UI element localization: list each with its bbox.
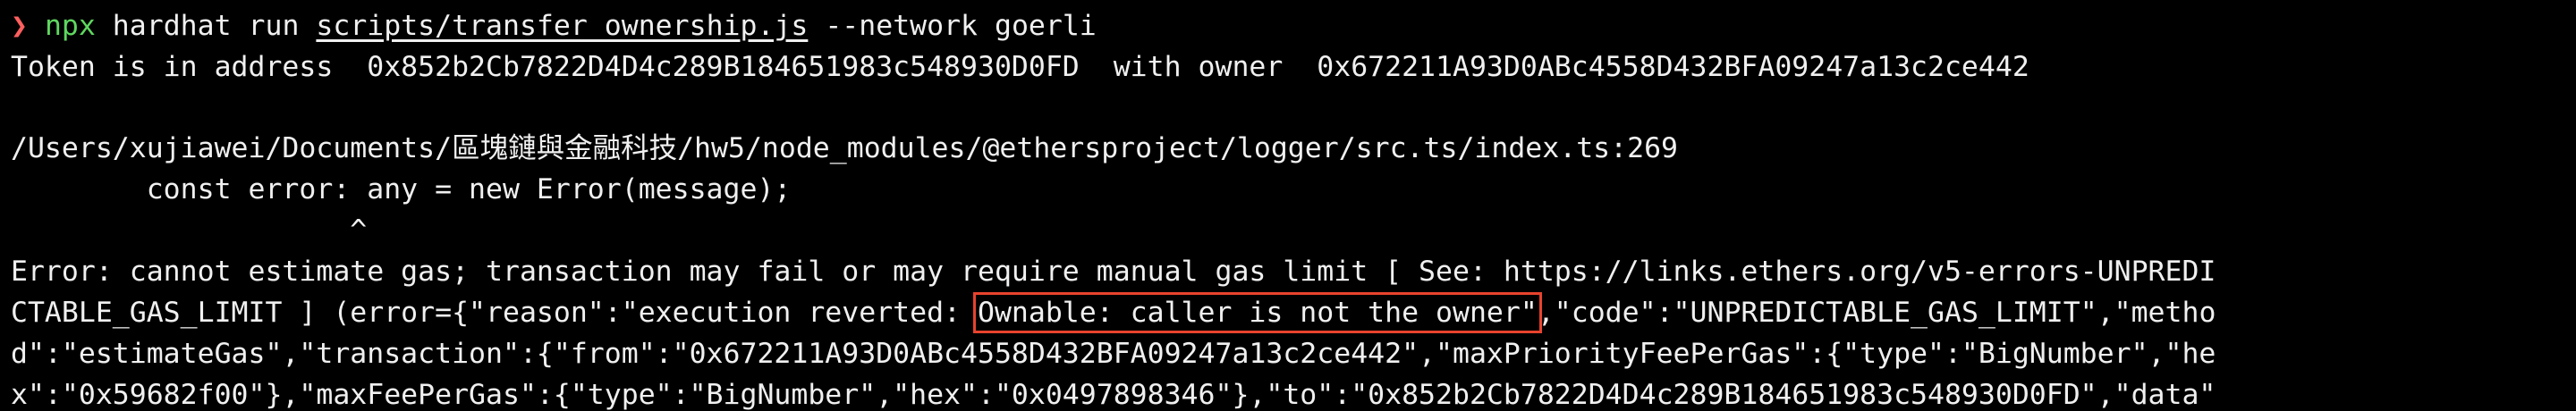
script-path-link[interactable]: scripts/transfer_ownership.js [316,10,808,42]
error-source-path: /Users/xujiawei/Documents/區塊鏈與金融科技/hw5/n… [11,132,1678,164]
token-address-output: Token is in address 0x852b2Cb7822D4D4c28… [11,51,2029,83]
prompt-arrow-icon: ❯ [11,10,28,42]
error-text: CTABLE_GAS_LIMIT ] (error={"reason":"exe… [11,297,978,329]
command-npx: npx [44,10,96,42]
error-text: ,"code":"UNPREDICTABLE_GAS_LIMIT","metho [1537,297,2216,329]
error-message-line: Error: cannot estimate gas; transaction … [11,256,2216,288]
terminal-window[interactable]: ❯ npx hardhat run scripts/transfer_owner… [0,0,2576,411]
error-message-line: CTABLE_GAS_LIMIT ] (error={"reason":"exe… [11,292,2216,333]
command-args: hardhat run [95,10,317,42]
revert-reason-highlight: Ownable: caller is not the owner" [972,292,1542,333]
command-line: ❯ npx hardhat run scripts/transfer_owner… [11,5,1097,46]
error-source-code: const error: any = new Error(message); [11,173,792,206]
error-caret: ^ [11,214,368,247]
error-message-line: x":"0x59682f00"},"maxFeePerGas":{"type":… [11,379,2216,411]
command-network-args: --network goerli [808,10,1097,42]
error-message-line: d":"estimateGas","transaction":{"from":"… [11,338,2216,370]
